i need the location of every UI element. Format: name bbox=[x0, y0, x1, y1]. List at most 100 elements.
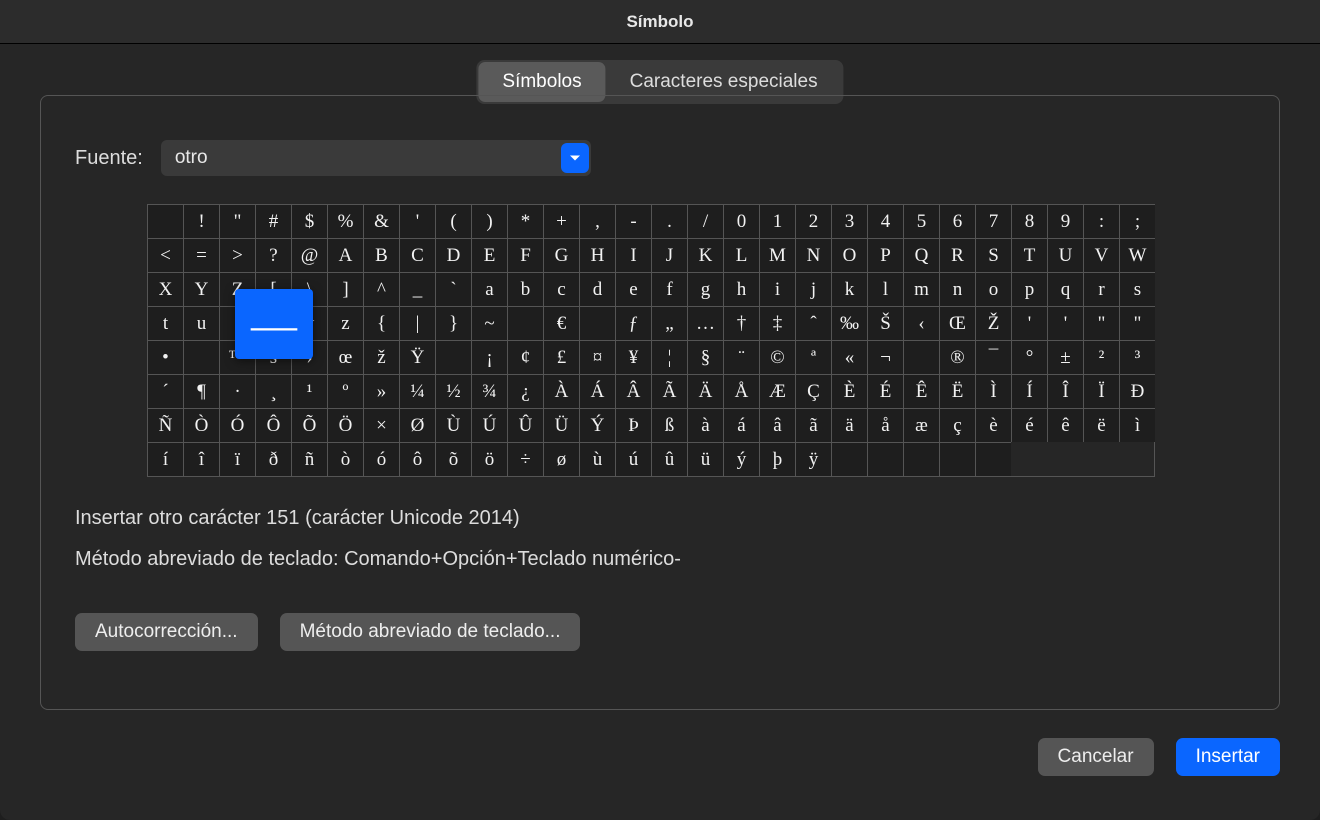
char-cell[interactable]: ¯ bbox=[975, 340, 1011, 374]
char-cell[interactable]: ó bbox=[363, 442, 399, 476]
char-cell[interactable]: a bbox=[471, 272, 507, 306]
char-cell[interactable]: û bbox=[651, 442, 687, 476]
char-cell[interactable]: ƒ bbox=[615, 306, 651, 340]
cancel-button[interactable]: Cancelar bbox=[1038, 738, 1154, 776]
char-cell[interactable]: @ bbox=[291, 238, 327, 272]
char-cell[interactable]: 7 bbox=[975, 204, 1011, 238]
char-cell[interactable]: " bbox=[1083, 306, 1119, 340]
char-cell[interactable]: % bbox=[327, 204, 363, 238]
char-cell[interactable]: B bbox=[363, 238, 399, 272]
char-cell[interactable]: C bbox=[399, 238, 435, 272]
char-cell[interactable]: { bbox=[363, 306, 399, 340]
char-cell[interactable]: ) bbox=[471, 204, 507, 238]
char-cell[interactable]: e bbox=[615, 272, 651, 306]
char-cell[interactable]: ç bbox=[939, 408, 975, 442]
char-cell[interactable]: ª bbox=[795, 340, 831, 374]
char-cell[interactable]: F bbox=[507, 238, 543, 272]
char-cell[interactable]: ÿ bbox=[795, 442, 831, 476]
char-cell[interactable]: ß bbox=[651, 408, 687, 442]
char-cell[interactable]: 4 bbox=[867, 204, 903, 238]
char-cell[interactable]: ý bbox=[723, 442, 759, 476]
char-cell[interactable]: ´ bbox=[147, 374, 183, 408]
char-cell[interactable]: ] bbox=[327, 272, 363, 306]
char-cell[interactable]: ï bbox=[219, 442, 255, 476]
char-cell[interactable]: U bbox=[1047, 238, 1083, 272]
char-cell[interactable]: A bbox=[327, 238, 363, 272]
char-cell[interactable]: 6 bbox=[939, 204, 975, 238]
char-cell[interactable]: N bbox=[795, 238, 831, 272]
char-cell[interactable]: Ê bbox=[903, 374, 939, 408]
char-cell[interactable]: ; bbox=[1119, 204, 1155, 238]
char-cell[interactable]: V bbox=[1083, 238, 1119, 272]
char-cell[interactable]: $ bbox=[291, 204, 327, 238]
char-cell[interactable]: ü bbox=[687, 442, 723, 476]
char-cell[interactable]: 0 bbox=[723, 204, 759, 238]
char-cell[interactable]: Ç bbox=[795, 374, 831, 408]
char-cell[interactable]: ¸ bbox=[255, 374, 291, 408]
char-cell[interactable]: † bbox=[723, 306, 759, 340]
char-cell[interactable]: Ë bbox=[939, 374, 975, 408]
char-cell[interactable]: g bbox=[687, 272, 723, 306]
char-cell[interactable]: ' bbox=[1047, 306, 1083, 340]
char-cell[interactable]: ä bbox=[831, 408, 867, 442]
char-cell[interactable]: ¼ bbox=[399, 374, 435, 408]
char-cell[interactable]: + bbox=[543, 204, 579, 238]
char-cell[interactable]: þ bbox=[759, 442, 795, 476]
char-cell[interactable]: K bbox=[687, 238, 723, 272]
char-cell[interactable]: ¢ bbox=[507, 340, 543, 374]
char-cell[interactable]: Ä bbox=[687, 374, 723, 408]
char-cell[interactable]: s bbox=[1119, 272, 1155, 306]
char-cell[interactable]: 8 bbox=[1011, 204, 1047, 238]
char-cell[interactable]: I bbox=[615, 238, 651, 272]
char-cell[interactable]: J bbox=[651, 238, 687, 272]
keyboard-shortcut-button[interactable]: Método abreviado de teclado... bbox=[280, 613, 581, 651]
char-cell[interactable]: Ø bbox=[399, 408, 435, 442]
char-cell[interactable]: Õ bbox=[291, 408, 327, 442]
char-cell[interactable] bbox=[435, 340, 471, 374]
char-cell[interactable]: ò bbox=[327, 442, 363, 476]
char-cell[interactable]: 3 bbox=[831, 204, 867, 238]
char-cell[interactable]: ˆ bbox=[795, 306, 831, 340]
char-cell[interactable]: : bbox=[1083, 204, 1119, 238]
char-cell[interactable]: r bbox=[1083, 272, 1119, 306]
char-cell[interactable]: < bbox=[147, 238, 183, 272]
char-cell[interactable] bbox=[579, 306, 615, 340]
char-cell[interactable]: Ÿ bbox=[399, 340, 435, 374]
char-cell[interactable]: ³ bbox=[1119, 340, 1155, 374]
char-cell[interactable]: ¨ bbox=[723, 340, 759, 374]
char-cell[interactable]: Æ bbox=[759, 374, 795, 408]
char-cell[interactable]: æ bbox=[903, 408, 939, 442]
char-cell[interactable]: 2 bbox=[795, 204, 831, 238]
char-cell[interactable]: × bbox=[363, 408, 399, 442]
char-cell[interactable]: ­ bbox=[903, 340, 939, 374]
char-cell[interactable]: ^ bbox=[363, 272, 399, 306]
char-cell[interactable]: j bbox=[795, 272, 831, 306]
char-cell[interactable]: " bbox=[1119, 306, 1155, 340]
char-cell[interactable]: ‡ bbox=[759, 306, 795, 340]
char-cell[interactable]: ð bbox=[255, 442, 291, 476]
char-cell[interactable]: í bbox=[147, 442, 183, 476]
char-cell[interactable]: i bbox=[759, 272, 795, 306]
char-cell[interactable]: Œ bbox=[939, 306, 975, 340]
char-cell[interactable] bbox=[903, 442, 939, 476]
char-cell[interactable]: · bbox=[219, 374, 255, 408]
char-cell[interactable]: 5 bbox=[903, 204, 939, 238]
char-cell[interactable]: Y bbox=[183, 272, 219, 306]
char-cell[interactable] bbox=[507, 306, 543, 340]
char-cell[interactable]: à bbox=[687, 408, 723, 442]
char-cell[interactable]: ¾ bbox=[471, 374, 507, 408]
char-cell[interactable]: É bbox=[867, 374, 903, 408]
char-cell[interactable]: - bbox=[615, 204, 651, 238]
char-cell[interactable]: ? bbox=[255, 238, 291, 272]
char-cell[interactable]: Ã bbox=[651, 374, 687, 408]
char-cell[interactable]: t bbox=[147, 306, 183, 340]
char-cell[interactable] bbox=[975, 442, 1011, 476]
char-cell[interactable]: T bbox=[1011, 238, 1047, 272]
char-cell[interactable]: W bbox=[1119, 238, 1155, 272]
char-cell[interactable]: c bbox=[543, 272, 579, 306]
char-cell[interactable]: Ú bbox=[471, 408, 507, 442]
char-cell[interactable]: Ž bbox=[975, 306, 1011, 340]
char-cell[interactable]: ( bbox=[435, 204, 471, 238]
char-cell[interactable]: l bbox=[867, 272, 903, 306]
char-cell[interactable]: Ö bbox=[327, 408, 363, 442]
